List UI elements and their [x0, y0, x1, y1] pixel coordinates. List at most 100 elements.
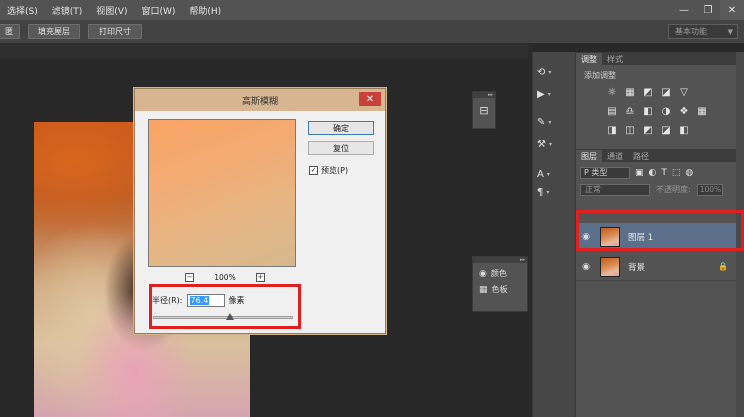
menu-view[interactable]: 视图(V) — [89, 4, 134, 17]
smart-object-filter-icon[interactable]: ◍ — [685, 168, 693, 178]
exposure-icon[interactable]: ◪ — [660, 86, 672, 98]
vibrance-icon[interactable]: ▽ — [678, 86, 690, 98]
tab-styles[interactable]: 样式 — [602, 53, 628, 65]
blend-mode-select[interactable]: 正常 — [580, 183, 650, 196]
window-controls: — ❐ ✕ — [672, 0, 744, 20]
actions-icon: ▶ — [537, 88, 545, 100]
adjustments-row: ☼ ▦ ◩ ◪ ▽ — [606, 86, 710, 98]
character-button[interactable]: A ▾ — [537, 166, 561, 182]
layer-thumbnail — [600, 256, 620, 277]
opacity-input[interactable]: 100% — [696, 183, 723, 196]
layers-tab-row: 图层 通道 路径 — [576, 149, 744, 162]
hue-saturation-icon[interactable]: ▤ — [606, 105, 618, 117]
menu-filter[interactable]: 滤镜(T) — [45, 4, 90, 17]
swatches-panel-label: 色板 — [491, 285, 508, 294]
tab-layers[interactable]: 图层 — [576, 150, 602, 162]
tab-paths[interactable]: 路径 — [628, 150, 654, 162]
levels-icon[interactable]: ▦ — [624, 86, 636, 98]
adjustment-filter-icon[interactable]: ◐ — [649, 168, 657, 178]
workspace-select[interactable]: 基本功能 ▼ — [668, 24, 738, 39]
swatches-icon: ▦ — [479, 284, 488, 295]
menu-help[interactable]: 帮助(H) — [182, 4, 228, 17]
layer-highlight-annotation — [576, 210, 744, 251]
adjustments-row: ▤ ♎ ◧ ◑ ❖ ▦ — [606, 105, 710, 117]
brush-button[interactable]: ✎ ▾ — [537, 114, 561, 130]
brush-icon: ✎ — [537, 116, 546, 128]
print-size-button[interactable]: 打印尺寸 — [88, 24, 142, 39]
options-button-partial[interactable]: 匿 — [0, 24, 20, 39]
opacity-label: 不透明度: — [656, 185, 691, 194]
preview-label: 预览(P) — [321, 166, 349, 175]
chevron-down-icon: ▾ — [548, 140, 552, 148]
color-swatches-mini-panel: ▸▸ ◉ 颜色 ▦ 色板 — [472, 256, 528, 312]
pixel-filter-icon[interactable]: ▣ — [635, 168, 644, 178]
fill-layer-button[interactable]: 填充屋层 — [28, 24, 80, 39]
tool-presets-button[interactable]: ⚒ ▾ — [537, 136, 561, 152]
chevron-down-icon: ▾ — [546, 170, 550, 178]
menu-select[interactable]: 选择(S) — [0, 4, 45, 17]
layer-row[interactable]: ◉ 背景 🔒 — [576, 253, 744, 281]
threshold-icon[interactable]: ◩ — [642, 124, 654, 136]
curves-icon[interactable]: ◩ — [642, 86, 654, 98]
preview-checkbox-row[interactable]: ✓ 预览(P) — [309, 165, 348, 176]
preview-checkbox[interactable]: ✓ — [309, 166, 318, 175]
blend-row: 正常 不透明度: 100% — [580, 183, 740, 196]
adjustments-title: 添加调整 — [584, 71, 616, 80]
layer-kind-select[interactable]: P 类型 — [580, 166, 630, 179]
history-button[interactable]: ⟲ ▾ — [537, 64, 561, 80]
swatches-panel-button[interactable]: ▦ 色板 — [473, 279, 527, 295]
chevron-down-icon: ▾ — [546, 188, 550, 196]
black-white-icon[interactable]: ◧ — [642, 105, 654, 117]
ok-button[interactable]: 确定 — [308, 121, 374, 135]
zoom-value: 100% — [214, 272, 236, 282]
restore-button[interactable]: ❐ — [696, 0, 720, 20]
layers-filter-bar: P 类型 ▣ ◐ T ⬚ ◍ — [580, 166, 740, 179]
menu-bar: 选择(S) 滤镜(T) 视图(V) 窗口(W) 帮助(H) — ❐ ✕ — [0, 0, 744, 20]
minimize-button[interactable]: — — [672, 0, 696, 20]
posterize-icon[interactable]: ◫ — [624, 124, 636, 136]
type-filter-icon[interactable]: T — [661, 168, 667, 178]
options-bar: 匿 填充屋层 打印尺寸 基本功能 ▼ — [0, 20, 744, 44]
color-panel-label: 颜色 — [490, 269, 507, 278]
brightness-contrast-icon[interactable]: ☼ — [606, 86, 618, 98]
info-icon[interactable]: ⊟ — [473, 104, 495, 117]
zoom-in-button[interactable]: + — [255, 272, 265, 282]
close-window-button[interactable]: ✕ — [720, 0, 744, 20]
reset-button[interactable]: 复位 — [308, 141, 374, 155]
chevron-down-icon: ▾ — [548, 68, 552, 76]
dialog-close-button[interactable]: ✕ — [359, 92, 381, 106]
paragraph-button[interactable]: ¶ ▾ — [537, 184, 561, 200]
chevron-down-icon: ▾ — [547, 90, 551, 98]
gradient-map-icon[interactable]: ◪ — [660, 124, 672, 136]
dialog-titlebar[interactable]: 高斯模糊 ✕ — [135, 89, 385, 111]
tool-presets-icon: ⚒ — [537, 138, 546, 150]
actions-button[interactable]: ▶ ▾ — [537, 86, 561, 102]
info-mini-panel: ▸▸ ⊟ — [472, 91, 496, 129]
preview-zoom-row: − 100% + — [185, 271, 265, 283]
eye-icon[interactable]: ◉ — [576, 262, 596, 272]
lock-icon: 🔒 — [718, 262, 728, 271]
document-tab-strip — [0, 44, 528, 58]
tab-adjustments[interactable]: 调整 — [576, 53, 602, 65]
tab-channels[interactable]: 通道 — [602, 150, 628, 162]
color-panel-button[interactable]: ◉ 颜色 — [473, 263, 527, 279]
photo-filter-icon[interactable]: ◑ — [660, 105, 672, 117]
adjustments-row: ◨ ◫ ◩ ◪ ◧ — [606, 124, 710, 136]
paragraph-icon: ¶ — [537, 186, 544, 198]
zoom-out-button[interactable]: − — [185, 272, 194, 282]
blur-preview[interactable] — [148, 119, 296, 267]
invert-icon[interactable]: ◨ — [606, 124, 618, 136]
shape-filter-icon[interactable]: ⬚ — [672, 168, 681, 178]
panel-grip[interactable]: ▸▸ — [473, 92, 495, 98]
selective-color-icon[interactable]: ◧ — [678, 124, 690, 136]
color-lookup-icon[interactable]: ▦ — [696, 105, 708, 117]
chevron-down-icon: ▾ — [548, 118, 552, 126]
color-balance-icon[interactable]: ♎ — [624, 105, 636, 117]
menu-window[interactable]: 窗口(W) — [134, 4, 182, 17]
radius-highlight-annotation — [149, 284, 301, 329]
character-icon: A — [537, 168, 544, 180]
chevron-down-icon: ▼ — [727, 27, 733, 36]
channel-mixer-icon[interactable]: ❖ — [678, 105, 690, 117]
workspace-select-value: 基本功能 — [675, 27, 707, 36]
layer-name: 背景 — [628, 262, 646, 273]
